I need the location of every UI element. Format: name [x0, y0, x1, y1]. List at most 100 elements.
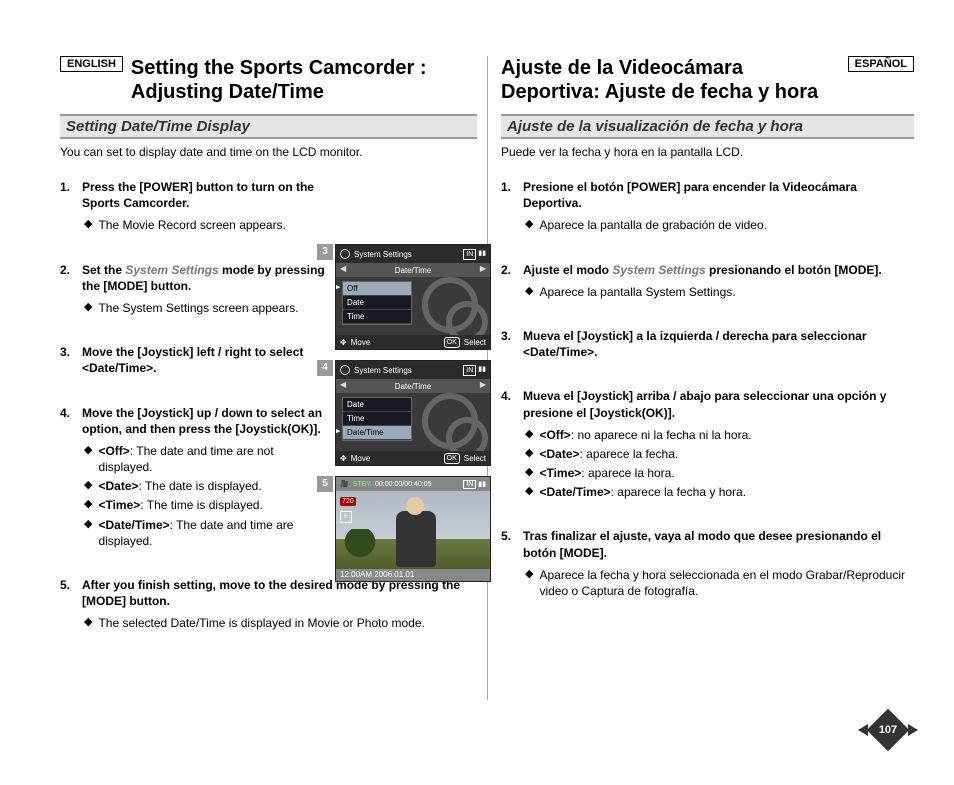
screenshot-tag: 5 [317, 476, 333, 492]
ok-icon: OK [444, 453, 460, 464]
step-head: Ajuste el modo System Settings presionan… [523, 263, 882, 277]
page-title-spanish: Ajuste de la Videocámara Deportiva: Ajus… [501, 56, 840, 104]
resolution-badge: 720 [340, 497, 356, 506]
step: 3. Mueva el [Joystick] a la izquierda / … [501, 328, 914, 360]
counter-label: 00:00:00/00:40:05 [375, 481, 431, 488]
intro-spanish: Puede ver la fecha y hora en la pantalla… [501, 145, 914, 159]
ok-icon: OK [444, 337, 460, 348]
intro-english: You can set to display date and time on … [60, 145, 477, 159]
bullet-icon: ◆ [84, 517, 92, 549]
step-num: 3. [60, 344, 70, 360]
lcd-menu: Off Date Time [342, 281, 412, 325]
step-sub: <Date/Time>: aparece la fecha y hora. [539, 484, 746, 500]
bullet-icon: ◆ [525, 446, 533, 462]
bullet-icon: ◆ [525, 465, 533, 481]
step-num: 4. [501, 388, 511, 404]
menu-item: Off [343, 282, 411, 296]
step-sub: <Date>: The date is displayed. [98, 478, 261, 494]
step-num: 2. [60, 262, 70, 278]
lcd-select-label: Select [464, 338, 486, 347]
stby-label: STBY [353, 481, 371, 488]
battery-icon: ▮▮ [478, 365, 486, 376]
gear-icon [340, 365, 350, 375]
step-head: Move the [Joystick] up / down to select … [82, 406, 322, 436]
screenshot-tag: 4 [317, 360, 333, 376]
step-sub: The selected Date/Time is displayed in M… [98, 615, 424, 631]
lcd-menu-off: System Settings IN ▮▮ Date/Time Off Date… [335, 244, 491, 350]
step-num: 5. [501, 528, 511, 544]
lcd-select-label: Select [464, 454, 486, 463]
bullet-icon: ◆ [525, 484, 533, 500]
step-sub: <Off>: no aparece ni la fecha ni la hora… [539, 427, 751, 443]
column-spanish: Ajuste de la Videocámara Deportiva: Ajus… [487, 56, 914, 660]
in-badge: IN [463, 365, 476, 376]
column-english: ENGLISH Setting the Sports Camcorder : A… [60, 56, 487, 660]
step-sub: Aparece la pantalla de grabación de vide… [539, 217, 767, 233]
section-bar-english: Setting Date/Time Display [60, 114, 477, 139]
menu-item: Date [343, 398, 411, 412]
step-sub: Aparece la fecha y hora seleccionada en … [539, 567, 914, 599]
step-head: Move the [Joystick] left / right to sele… [82, 345, 303, 375]
screenshot-tag: 3 [317, 244, 333, 260]
bullet-icon: ◆ [84, 615, 92, 631]
menu-item: Time [343, 412, 411, 426]
step-sub: <Date>: aparece la fecha. [539, 446, 678, 462]
step-sub: <Time>: The time is displayed. [98, 497, 262, 513]
step-num: 1. [501, 179, 511, 195]
step-head: Press the [POWER] button to turn on the … [82, 180, 314, 210]
step-head: Mueva el [Joystick] arriba / abajo para … [523, 389, 886, 419]
joystick-icon: ✥ [340, 454, 347, 463]
section-bar-spanish: Ajuste de la visualización de fecha y ho… [501, 114, 914, 139]
step-sub: <Time>: aparece la hora. [539, 465, 674, 481]
lcd-title: System Settings [354, 366, 412, 375]
in-badge: IN [463, 249, 476, 260]
joystick-icon: ✥ [340, 338, 347, 347]
system-settings-em: System Settings [125, 263, 218, 277]
tree-icon [344, 529, 376, 561]
timestamp-label: 12:00AM 2006.01.01 [340, 570, 414, 579]
step: 1. Press the [POWER] button to turn on t… [60, 179, 477, 234]
battery-icon: ▮▮ [478, 480, 486, 489]
quality-badge: F [340, 511, 352, 523]
bullet-icon: ◆ [84, 497, 92, 513]
step-sub: The Movie Record screen appears. [98, 217, 285, 233]
gear-watermark-icon [418, 273, 484, 339]
system-settings-em: System Settings [612, 263, 705, 277]
menu-item: Time [343, 310, 411, 324]
step-num: 1. [60, 179, 70, 195]
language-badge-english: ENGLISH [60, 56, 123, 72]
bullet-icon: ◆ [525, 284, 533, 300]
step-head: Tras finalizar el ajuste, vaya al modo q… [523, 529, 881, 559]
steps-spanish: 1. Presione el botón [POWER] para encend… [501, 179, 914, 599]
lcd-screenshots: 3 System Settings IN ▮▮ Date/Time Off [335, 244, 493, 592]
gear-watermark-icon [418, 389, 484, 455]
page-number-badge: 107 [866, 719, 910, 741]
step: 5. Tras finalizar el ajuste, vaya al mod… [501, 528, 914, 599]
bullet-icon: ◆ [84, 478, 92, 494]
step: 1. Presione el botón [POWER] para encend… [501, 179, 914, 234]
language-badge-spanish: ESPAÑOL [848, 56, 914, 72]
lcd-menu: Date Time Date/Time [342, 397, 412, 441]
step-head: Set the System Settings mode by pressing… [82, 263, 325, 293]
lcd-move-label: Move [351, 338, 371, 347]
step-sub: <Date/Time>: The date and time are displ… [98, 517, 327, 549]
step-sub: Aparece la pantalla System Settings. [539, 284, 735, 300]
menu-item: Date/Time [343, 426, 411, 440]
bullet-icon: ◆ [525, 427, 533, 443]
bullet-icon: ◆ [84, 217, 92, 233]
screenshot-4: 4 System Settings IN ▮▮ Date/Time Date [335, 360, 493, 466]
step-num: 2. [501, 262, 511, 278]
step-num: 5. [60, 577, 70, 593]
step-num: 3. [501, 328, 511, 344]
lcd-record-preview: 🎥 STBY 00:00:00/00:40:05 IN ▮▮ 720 F 12:… [335, 476, 491, 582]
lcd-move-label: Move [351, 454, 371, 463]
step-head: Mueva el [Joystick] a la izquierda / der… [523, 329, 867, 359]
page-title-english: Setting the Sports Camcorder : Adjusting… [131, 56, 477, 104]
lcd-menu-datetime: System Settings IN ▮▮ Date/Time Date Tim… [335, 360, 491, 466]
page-number: 107 [866, 724, 910, 736]
step: 4. Mueva el [Joystick] arriba / abajo pa… [501, 388, 914, 500]
bullet-icon: ◆ [84, 300, 92, 316]
page-columns: ENGLISH Setting the Sports Camcorder : A… [60, 56, 914, 660]
step-sub: The System Settings screen appears. [98, 300, 298, 316]
in-badge: IN [463, 480, 476, 489]
